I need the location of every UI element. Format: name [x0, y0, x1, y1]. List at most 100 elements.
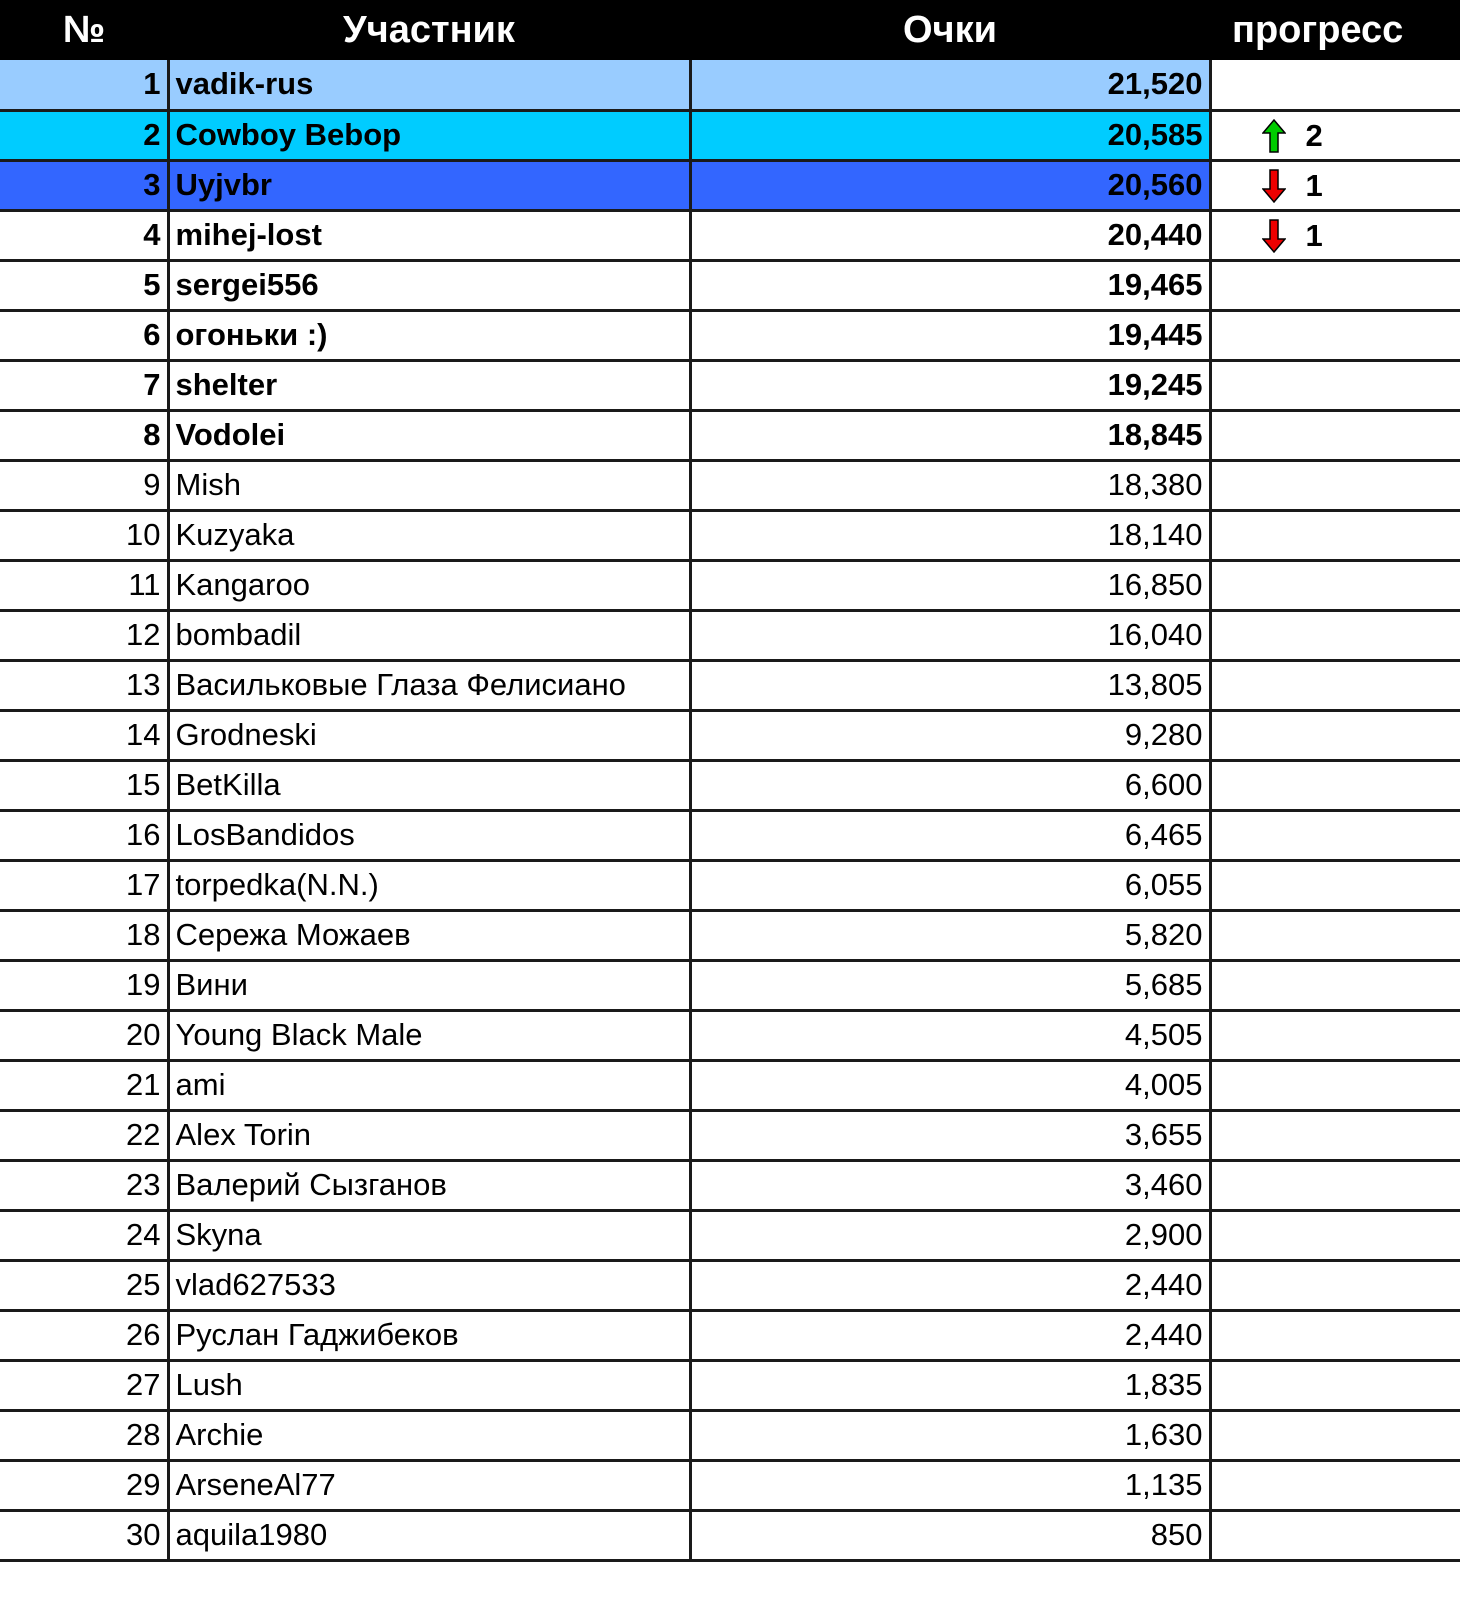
header-num[interactable]: № [0, 0, 168, 60]
rank-cell[interactable]: 13 [0, 660, 170, 712]
progress-cell[interactable] [1210, 1460, 1460, 1512]
rank-cell[interactable]: 5 [0, 260, 170, 312]
table-row[interactable]: 10 Kuzyaka 18,140 [0, 510, 1460, 562]
progress-cell[interactable] [1210, 1310, 1460, 1362]
points-cell[interactable]: 850 [690, 1510, 1212, 1562]
points-cell[interactable]: 3,655 [690, 1110, 1212, 1162]
participant-cell[interactable]: Сережа Можаев [168, 910, 692, 962]
points-cell[interactable]: 21,520 [690, 60, 1212, 112]
rank-cell[interactable]: 21 [0, 1060, 170, 1112]
progress-cell[interactable] [1210, 810, 1460, 862]
points-cell[interactable]: 16,850 [690, 560, 1212, 612]
progress-cell[interactable] [1210, 1260, 1460, 1312]
table-row[interactable]: 4 mihej-lost 20,440 1 [0, 210, 1460, 262]
points-cell[interactable]: 5,820 [690, 910, 1212, 962]
participant-cell[interactable]: torpedka(N.N.) [168, 860, 692, 912]
participant-cell[interactable]: Vodolei [168, 410, 692, 462]
progress-cell[interactable] [1210, 410, 1460, 462]
progress-cell[interactable] [1210, 1210, 1460, 1262]
table-row[interactable]: 21 ami 4,005 [0, 1060, 1460, 1112]
table-row[interactable]: 5 sergei556 19,465 [0, 260, 1460, 312]
table-row[interactable]: 24 Skyna 2,900 [0, 1210, 1460, 1262]
table-row[interactable]: 16 LosBandidos 6,465 [0, 810, 1460, 862]
rank-cell[interactable]: 27 [0, 1360, 170, 1412]
table-row[interactable]: 2 Cowboy Bebop 20,585 2 [0, 110, 1460, 162]
progress-cell[interactable] [1210, 610, 1460, 662]
participant-cell[interactable]: Archie [168, 1410, 692, 1462]
participant-cell[interactable]: sergei556 [168, 260, 692, 312]
rank-cell[interactable]: 26 [0, 1310, 170, 1362]
table-row[interactable]: 30 aquila1980 850 [0, 1510, 1460, 1562]
points-cell[interactable]: 5,685 [690, 960, 1212, 1012]
points-cell[interactable]: 9,280 [690, 710, 1212, 762]
participant-cell[interactable]: LosBandidos [168, 810, 692, 862]
progress-cell[interactable] [1210, 1160, 1460, 1212]
rank-cell[interactable]: 10 [0, 510, 170, 562]
progress-cell[interactable] [1210, 310, 1460, 362]
rank-cell[interactable]: 30 [0, 1510, 170, 1562]
participant-cell[interactable]: ArseneAl77 [168, 1460, 692, 1512]
table-row[interactable]: 9 Mish 18,380 [0, 460, 1460, 512]
rank-cell[interactable]: 23 [0, 1160, 170, 1212]
points-cell[interactable]: 20,585 [690, 110, 1212, 162]
table-row[interactable]: 12 bombadil 16,040 [0, 610, 1460, 662]
participant-cell[interactable]: Mish [168, 460, 692, 512]
participant-cell[interactable]: ami [168, 1060, 692, 1112]
progress-cell[interactable] [1210, 760, 1460, 812]
participant-cell[interactable]: Young Black Male [168, 1010, 692, 1062]
points-cell[interactable]: 2,440 [690, 1260, 1212, 1312]
progress-cell[interactable] [1210, 860, 1460, 912]
participant-cell[interactable]: Alex Torin [168, 1110, 692, 1162]
points-cell[interactable]: 6,055 [690, 860, 1212, 912]
progress-cell[interactable] [1210, 560, 1460, 612]
rank-cell[interactable]: 1 [0, 60, 170, 112]
participant-cell[interactable]: Вини [168, 960, 692, 1012]
participant-cell[interactable]: aquila1980 [168, 1510, 692, 1562]
table-row[interactable]: 18 Сережа Можаев 5,820 [0, 910, 1460, 962]
progress-cell[interactable] [1210, 1110, 1460, 1162]
points-cell[interactable]: 6,465 [690, 810, 1212, 862]
rank-cell[interactable]: 6 [0, 310, 170, 362]
progress-cell[interactable] [1210, 260, 1460, 312]
rank-cell[interactable]: 20 [0, 1010, 170, 1062]
points-cell[interactable]: 4,505 [690, 1010, 1212, 1062]
progress-cell[interactable] [1210, 660, 1460, 712]
points-cell[interactable]: 4,005 [690, 1060, 1212, 1112]
rank-cell[interactable]: 4 [0, 210, 170, 262]
table-row[interactable]: 19 Вини 5,685 [0, 960, 1460, 1012]
progress-cell[interactable] [1210, 1410, 1460, 1462]
participant-cell[interactable]: bombadil [168, 610, 692, 662]
progress-cell[interactable] [1210, 1360, 1460, 1412]
participant-cell[interactable]: Васильковые Глаза Фелисиано [168, 660, 692, 712]
points-cell[interactable]: 2,440 [690, 1310, 1212, 1362]
points-cell[interactable]: 2,900 [690, 1210, 1212, 1262]
points-cell[interactable]: 19,245 [690, 360, 1212, 412]
header-points[interactable]: Очки [690, 0, 1210, 60]
participant-cell[interactable]: Валерий Сызганов [168, 1160, 692, 1212]
rank-cell[interactable]: 18 [0, 910, 170, 962]
progress-cell[interactable] [1210, 460, 1460, 512]
table-row[interactable]: 27 Lush 1,835 [0, 1360, 1460, 1412]
progress-cell[interactable] [1210, 960, 1460, 1012]
points-cell[interactable]: 1,835 [690, 1360, 1212, 1412]
participant-cell[interactable]: Uyjvbr [168, 160, 692, 212]
points-cell[interactable]: 13,805 [690, 660, 1212, 712]
points-cell[interactable]: 19,465 [690, 260, 1212, 312]
table-row[interactable]: 3 Uyjvbr 20,560 1 [0, 160, 1460, 212]
progress-cell[interactable] [1210, 1510, 1460, 1562]
rank-cell[interactable]: 9 [0, 460, 170, 512]
table-row[interactable]: 17 torpedka(N.N.) 6,055 [0, 860, 1460, 912]
header-progress[interactable]: прогресс [1210, 0, 1460, 60]
progress-cell[interactable]: 1 [1210, 210, 1460, 262]
rank-cell[interactable]: 8 [0, 410, 170, 462]
table-row[interactable]: 14 Grodneski 9,280 [0, 710, 1460, 762]
points-cell[interactable]: 18,140 [690, 510, 1212, 562]
participant-cell[interactable]: Kangaroo [168, 560, 692, 612]
points-cell[interactable]: 1,630 [690, 1410, 1212, 1462]
table-row[interactable]: 28 Archie 1,630 [0, 1410, 1460, 1462]
progress-cell[interactable] [1210, 60, 1460, 112]
table-row[interactable]: 26 Руслан Гаджибеков 2,440 [0, 1310, 1460, 1362]
table-row[interactable]: 11 Kangaroo 16,850 [0, 560, 1460, 612]
participant-cell[interactable]: Руслан Гаджибеков [168, 1310, 692, 1362]
table-row[interactable]: 8 Vodolei 18,845 [0, 410, 1460, 462]
